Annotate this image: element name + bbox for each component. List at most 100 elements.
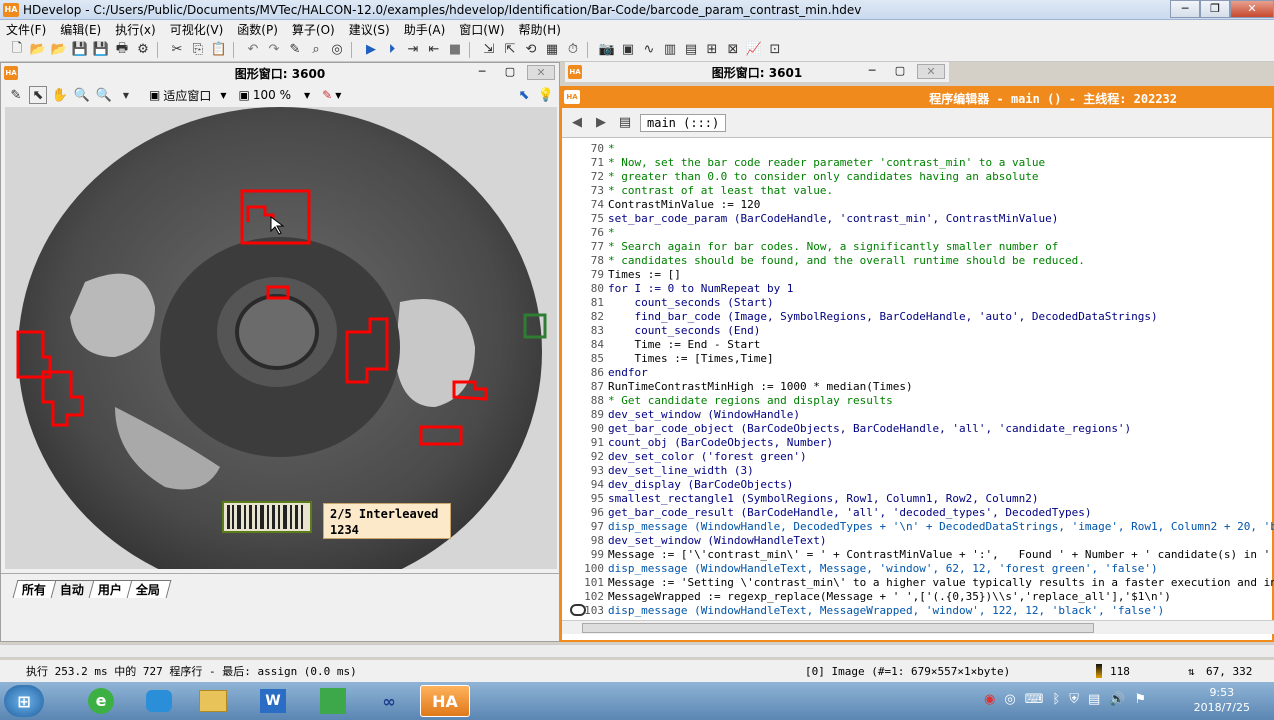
code-line[interactable]: 75 set_bar_code_param (BarCodeHandle, 'co… [562, 212, 1274, 226]
run-icon[interactable]: ▶ [362, 41, 380, 59]
taskbar-clock[interactable]: 9:53 2018/7/25 [1194, 685, 1250, 715]
image-acquisition-icon[interactable]: 📷 [598, 41, 616, 59]
zoom-percent-dropdown[interactable]: ▣ 100 % ▼ [239, 88, 311, 102]
cut-icon[interactable]: ✂ [168, 41, 186, 59]
menu-procedures[interactable]: 函数(P) [237, 21, 278, 38]
redo-icon[interactable]: ↷ [265, 41, 283, 59]
code-listing[interactable]: 70 * 71 * Now, set the bar code reader para… [562, 140, 1274, 620]
new-file-icon[interactable]: 🗋 [8, 41, 26, 59]
measure-icon[interactable]: ⊠ [724, 41, 742, 59]
minimize-icon[interactable]: ─ [861, 64, 883, 79]
inspect-icon[interactable]: ▣ [619, 41, 637, 59]
code-line[interactable]: 98 dev_set_window (WindowHandleText) [562, 534, 1274, 548]
variables-icon[interactable]: ▦ [543, 41, 561, 59]
line-profile-icon[interactable]: ∿ [640, 41, 658, 59]
step-icon[interactable]: ⏵ [383, 41, 401, 59]
forward-arrow-icon[interactable]: ▶ [592, 114, 610, 132]
image-canvas[interactable]: 2/5 Interleaved 1234 [5, 107, 557, 569]
undo-icon[interactable]: ↶ [244, 41, 262, 59]
menu-file[interactable]: 文件(F) [6, 21, 46, 38]
code-line[interactable]: 85 Times := [Times,Time] [562, 352, 1274, 366]
start-button[interactable]: ⊞ [4, 685, 44, 717]
menu-suggestions[interactable]: 建议(S) [349, 21, 390, 38]
feature-histogram-icon[interactable]: ▤ [682, 41, 700, 59]
zoom-mode-dropdown[interactable]: ▣ 适应窗口 ▼ [149, 87, 227, 104]
code-line[interactable]: 71 * Now, set the bar code reader paramet… [562, 156, 1274, 170]
code-line[interactable]: 82 find_bar_code (Image, SymbolRegions, … [562, 310, 1274, 324]
region-tool-icon[interactable]: ⬉ [515, 86, 533, 104]
tray-record-icon[interactable]: ◉ [984, 692, 995, 707]
code-line[interactable]: 94 dev_display (BarCodeObjects) [562, 478, 1274, 492]
taskbar-app-browser[interactable]: e [76, 685, 126, 717]
timer-icon[interactable]: ⏱ [564, 41, 582, 59]
code-line[interactable]: 101 Message := 'Setting \'contrast_min\' … [562, 576, 1274, 590]
zoom-icon[interactable]: 🔍 [73, 86, 91, 104]
tray-flag-icon[interactable]: ⚑ [1135, 692, 1147, 707]
scrollbar-thumb[interactable] [582, 623, 1094, 633]
code-line[interactable]: 95 smallest_rectangle1 (SymbolRegions, Ro… [562, 492, 1274, 506]
histogram-icon[interactable]: ▥ [661, 41, 679, 59]
pane-splitter[interactable] [0, 644, 1274, 658]
step-back-icon[interactable]: ⇤ [425, 41, 443, 59]
code-line[interactable]: 93 dev_set_line_width (3) [562, 464, 1274, 478]
tray-app-icon[interactable]: ◎ [1004, 692, 1015, 707]
back-arrow-icon[interactable]: ◀ [568, 114, 586, 132]
magnify-icon[interactable]: 🔍 [95, 86, 113, 104]
print-icon[interactable]: 🖶 [113, 41, 131, 59]
menu-operators[interactable]: 算子(O) [292, 21, 335, 38]
settings-icon[interactable]: ⚙ [134, 41, 152, 59]
code-line[interactable]: 89 dev_set_window (WindowHandle) [562, 408, 1274, 422]
step-over-icon[interactable]: ⇥ [404, 41, 422, 59]
code-line[interactable]: 76 * [562, 226, 1274, 240]
tray-keyboard-icon[interactable]: ⌨ [1025, 692, 1044, 707]
code-line[interactable]: 84 Time := End - Start [562, 338, 1274, 352]
tray-volume-icon[interactable]: 🔊 [1109, 692, 1125, 707]
code-line[interactable]: 86 endfor [562, 366, 1274, 380]
code-line[interactable]: 73 * contrast of at least that value. [562, 184, 1274, 198]
procedure-icon[interactable]: ▤ [616, 114, 634, 132]
restore-button[interactable]: ❐ [1200, 0, 1230, 18]
find-icon[interactable]: ⌕ [307, 41, 325, 59]
maximize-icon[interactable]: ▢ [889, 64, 911, 79]
tab-global[interactable]: 全局 [126, 580, 172, 598]
code-line[interactable]: 92 dev_set_color ('forest green') [562, 450, 1274, 464]
save-icon[interactable]: 💾 [71, 41, 89, 59]
menu-edit[interactable]: 编辑(E) [60, 21, 101, 38]
code-line[interactable]: 91 count_obj (BarCodeObjects, Number) [562, 436, 1274, 450]
code-line[interactable]: 102 MessageWrapped := regexp_replace(Mess… [562, 590, 1274, 604]
code-line[interactable]: 79 Times := [] [562, 268, 1274, 282]
taskbar-app-infinity[interactable]: ∞ [364, 685, 414, 717]
code-line[interactable]: 97 disp_message (WindowHandle, DecodedTyp… [562, 520, 1274, 534]
stop-icon[interactable]: ■ [446, 41, 464, 59]
select-icon[interactable]: ⬉ [29, 86, 47, 104]
code-line[interactable]: 77 * Search again for bar codes. Now, a s… [562, 240, 1274, 254]
taskbar-app-word[interactable]: W [248, 685, 298, 717]
tray-security-icon[interactable]: ⛨ [1069, 692, 1079, 707]
copy-icon[interactable]: ⎘ [189, 41, 207, 59]
ocr-icon[interactable]: ⊡ [766, 41, 784, 59]
step-into-icon[interactable]: ⇲ [480, 41, 498, 59]
minimize-button[interactable]: ─ [1170, 0, 1200, 18]
code-line[interactable]: 87 RunTimeContrastMinHigh := 1000 * media… [562, 380, 1274, 394]
menu-window[interactable]: 窗口(W) [459, 21, 504, 38]
code-line[interactable]: 100 disp_message (WindowHandleText, Messa… [562, 562, 1274, 576]
menu-assistants[interactable]: 助手(A) [404, 21, 446, 38]
open-example-icon[interactable]: 📂 [50, 41, 68, 59]
code-line[interactable]: 83 count_seconds (End) [562, 324, 1274, 338]
code-line[interactable]: 88 * Get candidate regions and display re… [562, 394, 1274, 408]
code-line[interactable]: 96 get_bar_code_result (BarCodeHandle, 'a… [562, 506, 1274, 520]
taskbar-app-green[interactable] [308, 685, 358, 717]
chevron-down-icon[interactable]: ▼ [117, 86, 135, 104]
save-as-icon[interactable]: 💾 [92, 41, 110, 59]
edit-line-icon[interactable]: ✎ [286, 41, 304, 59]
chart-icon[interactable]: 📈 [745, 41, 763, 59]
pan-hand-icon[interactable]: ✋ [51, 86, 69, 104]
open-file-icon[interactable]: 📂 [29, 41, 47, 59]
code-line[interactable]: 72 * greater than 0.0 to consider only ca… [562, 170, 1274, 184]
taskbar-app-video[interactable] [134, 685, 184, 717]
close-icon[interactable]: ✕ [917, 64, 945, 79]
zoom-window-icon[interactable]: ⊞ [703, 41, 721, 59]
tray-network-icon[interactable]: ▤ [1088, 692, 1100, 707]
code-line[interactable]: 74 ContrastMinValue := 120 [562, 198, 1274, 212]
code-line[interactable]: 90 get_bar_code_object (BarCodeObjects, B… [562, 422, 1274, 436]
